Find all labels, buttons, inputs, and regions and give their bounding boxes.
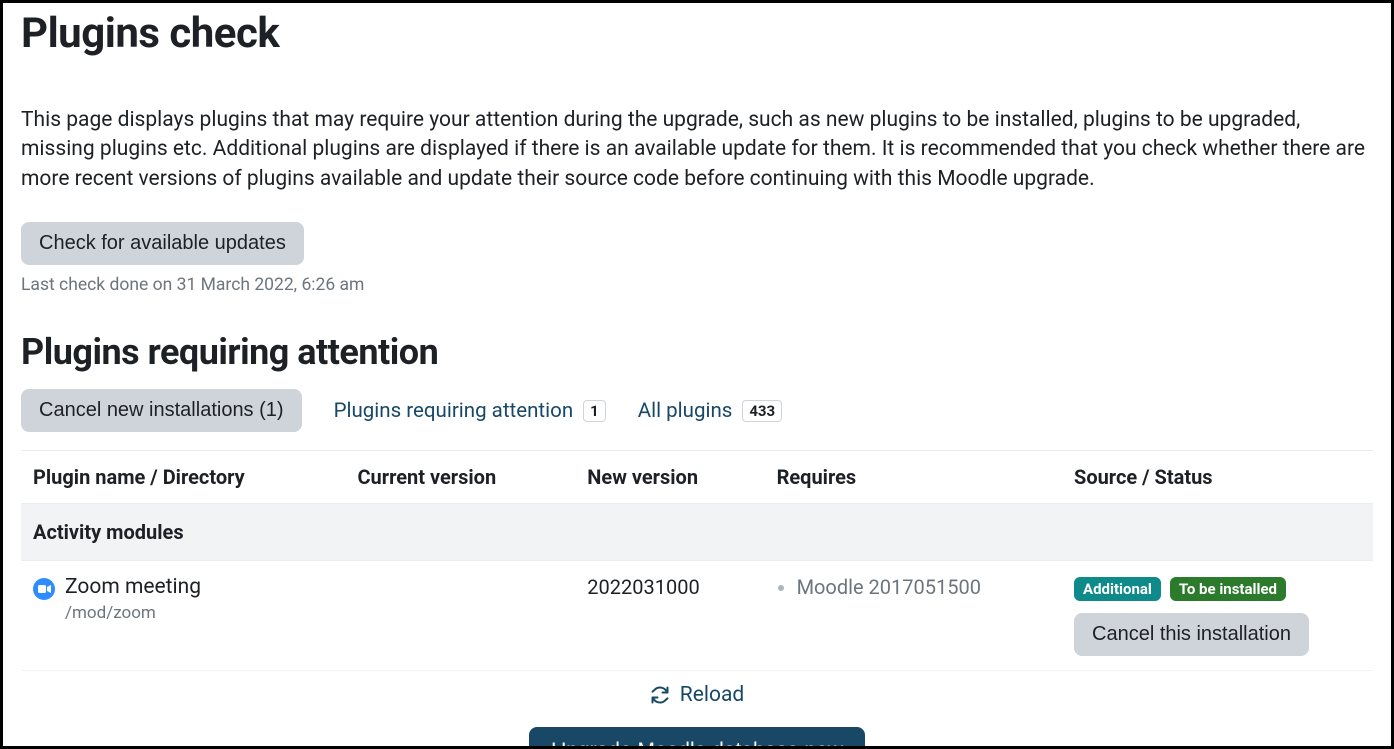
plugin-name: Zoom meeting [65, 575, 201, 599]
intro-text: This page displays plugins that may requ… [21, 106, 1373, 194]
cell-new-version: 2022031000 [575, 561, 764, 671]
filter-all-link[interactable]: All plugins [638, 399, 733, 423]
th-requires: Requires [765, 451, 1062, 504]
th-current: Current version [345, 451, 575, 504]
cell-current-version [345, 561, 575, 671]
category-label: Activity modules [21, 504, 1373, 561]
cell-requires: Moodle 2017051500 [765, 561, 1062, 671]
filter-all-count: 433 [742, 400, 782, 422]
filter-row: Cancel new installations (1) Plugins req… [21, 389, 1373, 432]
cell-status: Additional To be installed Cancel this i… [1062, 561, 1373, 671]
section-title: Plugins requiring attention [21, 331, 1373, 373]
badge-source: Additional [1074, 577, 1161, 601]
table-category-row: Activity modules [21, 504, 1373, 561]
page-title: Plugins check [21, 9, 1373, 58]
upgrade-row: Upgrade Moodle database now [21, 727, 1373, 749]
last-check-text: Last check done on 31 March 2022, 6:26 a… [21, 275, 1373, 295]
table-header-row: Plugin name / Directory Current version … [21, 451, 1373, 504]
reload-label: Reload [680, 683, 744, 707]
badge-status: To be installed [1170, 577, 1286, 601]
plugins-table: Plugin name / Directory Current version … [21, 450, 1373, 671]
filter-all[interactable]: All plugins 433 [638, 399, 782, 423]
th-new: New version [575, 451, 764, 504]
table-row: Zoom meeting /mod/zoom 2022031000 Moodle… [21, 561, 1373, 671]
th-name: Plugin name / Directory [21, 451, 345, 504]
cancel-this-installation-button[interactable]: Cancel this installation [1074, 613, 1309, 656]
plugin-directory: /mod/zoom [65, 603, 201, 623]
reload-link[interactable]: Reload [650, 683, 744, 707]
reload-row: Reload [21, 683, 1373, 709]
filter-attention[interactable]: Plugins requiring attention 1 [334, 399, 606, 423]
check-updates-button[interactable]: Check for available updates [21, 222, 304, 265]
refresh-icon [650, 685, 670, 705]
th-status: Source / Status [1062, 451, 1373, 504]
requires-item: Moodle 2017051500 [797, 575, 1050, 599]
page-container: Plugins check This page displays plugins… [0, 0, 1394, 749]
upgrade-database-button[interactable]: Upgrade Moodle database now [529, 727, 865, 749]
filter-attention-count: 1 [583, 400, 606, 422]
filter-attention-link[interactable]: Plugins requiring attention [334, 399, 574, 423]
cancel-new-installations-button[interactable]: Cancel new installations (1) [21, 389, 302, 432]
cell-name: Zoom meeting /mod/zoom [21, 561, 345, 671]
zoom-icon [33, 578, 55, 600]
